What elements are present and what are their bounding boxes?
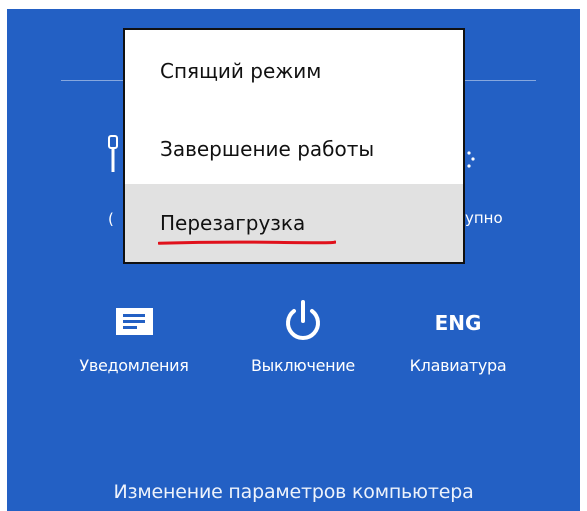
- sleep-label: Спящий режим: [160, 59, 322, 83]
- keyboard-language-icon: ENG: [434, 311, 482, 335]
- power-options-menu: Спящий режим Завершение работы Перезагру…: [123, 28, 465, 264]
- shutdown-label: Завершение работы: [160, 137, 375, 161]
- partial-left-label: (: [108, 210, 114, 228]
- power-icon: [284, 300, 322, 346]
- red-underline-annotation: [158, 240, 336, 245]
- notifications-tile[interactable]: Уведомления: [64, 301, 204, 375]
- menu-item-sleep[interactable]: Спящий режим: [125, 32, 463, 110]
- menu-item-restart[interactable]: Перезагрузка: [125, 184, 463, 262]
- notifications-label: Уведомления: [79, 356, 189, 375]
- power-label: Выключение: [251, 356, 355, 375]
- keyboard-label: Клавиатура: [409, 356, 507, 375]
- menu-item-shutdown[interactable]: Завершение работы: [125, 110, 463, 188]
- partial-right-label: упно: [465, 209, 503, 227]
- volume-icon[interactable]: [465, 149, 479, 177]
- restart-label: Перезагрузка: [160, 211, 306, 235]
- keyboard-tile[interactable]: ENG Клавиатура: [388, 301, 528, 375]
- power-tile[interactable]: Выключение: [233, 300, 373, 375]
- notifications-icon: [115, 307, 153, 339]
- change-pc-settings-link[interactable]: Изменение параметров компьютера: [7, 481, 580, 503]
- network-icon[interactable]: [106, 134, 120, 178]
